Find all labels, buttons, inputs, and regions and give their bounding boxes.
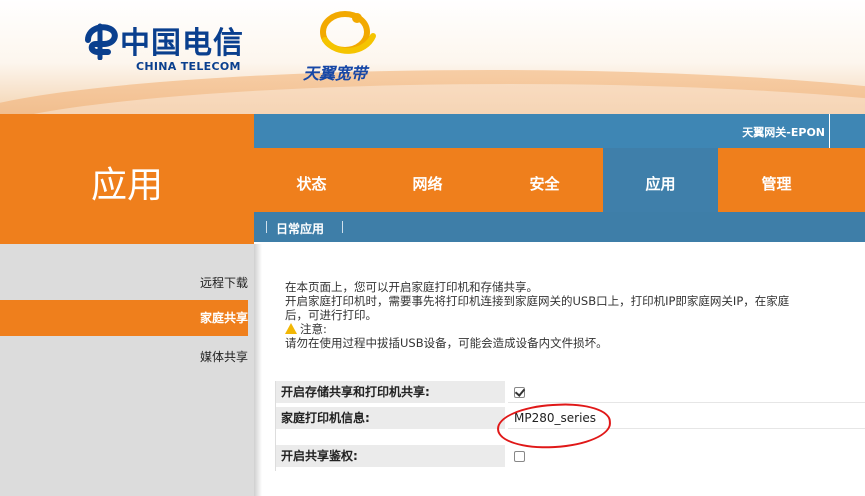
nav-tab-application[interactable]: 应用 — [603, 148, 718, 212]
share-auth-checkbox[interactable] — [514, 451, 525, 462]
content-edge-shadow — [254, 244, 262, 496]
device-model: 天翼网关-EPON — [742, 126, 825, 139]
share-enable-checkbox[interactable] — [514, 387, 525, 398]
share-auth-cell — [508, 445, 865, 467]
share-auth-label: 开启共享鉴权: — [275, 445, 505, 467]
nav-tab-network[interactable]: 网络 — [369, 148, 486, 212]
intro-line-3: 后，可进行打印。 — [285, 308, 377, 322]
share-enable-label: 开启存储共享和打印机共享: — [275, 381, 505, 403]
sidebar-item-home-share[interactable]: 家庭共享 — [0, 300, 248, 336]
sidebar-item-remote-download[interactable]: 远程下载 — [0, 274, 248, 291]
tianyi-swirl-icon — [320, 11, 376, 54]
subnav-separator — [266, 221, 267, 233]
table-left-border — [275, 381, 276, 471]
nav-tab-management[interactable]: 管理 — [718, 148, 835, 212]
intro-line-2: 开启家庭打印机时，需要事先将打印机连接到家庭网关的USB口上，打印机IP即家庭网… — [285, 294, 790, 308]
tianyi-logo: 天翼宽带 — [303, 10, 403, 83]
sub-nav: 日常应用 — [254, 212, 865, 242]
nav-tab-security[interactable]: 安全 — [486, 148, 603, 212]
share-enable-cell — [508, 381, 865, 403]
tianyi-cn: 天翼宽带 — [303, 64, 368, 83]
section-title-panel: 应用 — [0, 114, 254, 244]
table-row: 开启存储共享和打印机共享: — [275, 381, 865, 403]
subnav-daily-apps[interactable]: 日常应用 — [276, 220, 324, 237]
intro-text: 在本页面上，您可以开启家庭打印机和存储共享。 开启家庭打印机时，需要事先将打印机… — [285, 280, 865, 350]
notice-text: 请勿在使用过程中拔插USB设备，可能会造成设备内文件损坏。 — [285, 336, 608, 350]
sidebar-item-media-share[interactable]: 媒体共享 — [0, 348, 248, 365]
warning-icon — [285, 323, 297, 334]
top-bar-divider — [829, 114, 830, 148]
china-telecom-en: CHINA TELECOM — [136, 60, 241, 73]
intro-line-1: 在本页面上，您可以开启家庭打印机和存储共享。 — [285, 280, 538, 294]
china-telecom-logo: 中国电信 CHINA TELECOM — [82, 18, 282, 78]
china-telecom-cn: 中国电信 — [120, 26, 244, 61]
sidebar: 远程下载 家庭共享 媒体共享 — [0, 244, 254, 496]
china-telecom-mark-icon — [85, 23, 118, 60]
subnav-separator — [342, 221, 343, 233]
page-header: 中国电信 CHINA TELECOM 天翼宽带 — [0, 0, 865, 114]
table-row: 开启共享鉴权: — [275, 445, 865, 467]
nav-tab-status[interactable]: 状态 — [254, 148, 369, 212]
notice-label: 注意: — [300, 322, 327, 336]
printer-info-label: 家庭打印机信息: — [275, 407, 505, 429]
section-title: 应用 — [90, 165, 163, 206]
notice-heading: 注意: — [285, 322, 865, 336]
